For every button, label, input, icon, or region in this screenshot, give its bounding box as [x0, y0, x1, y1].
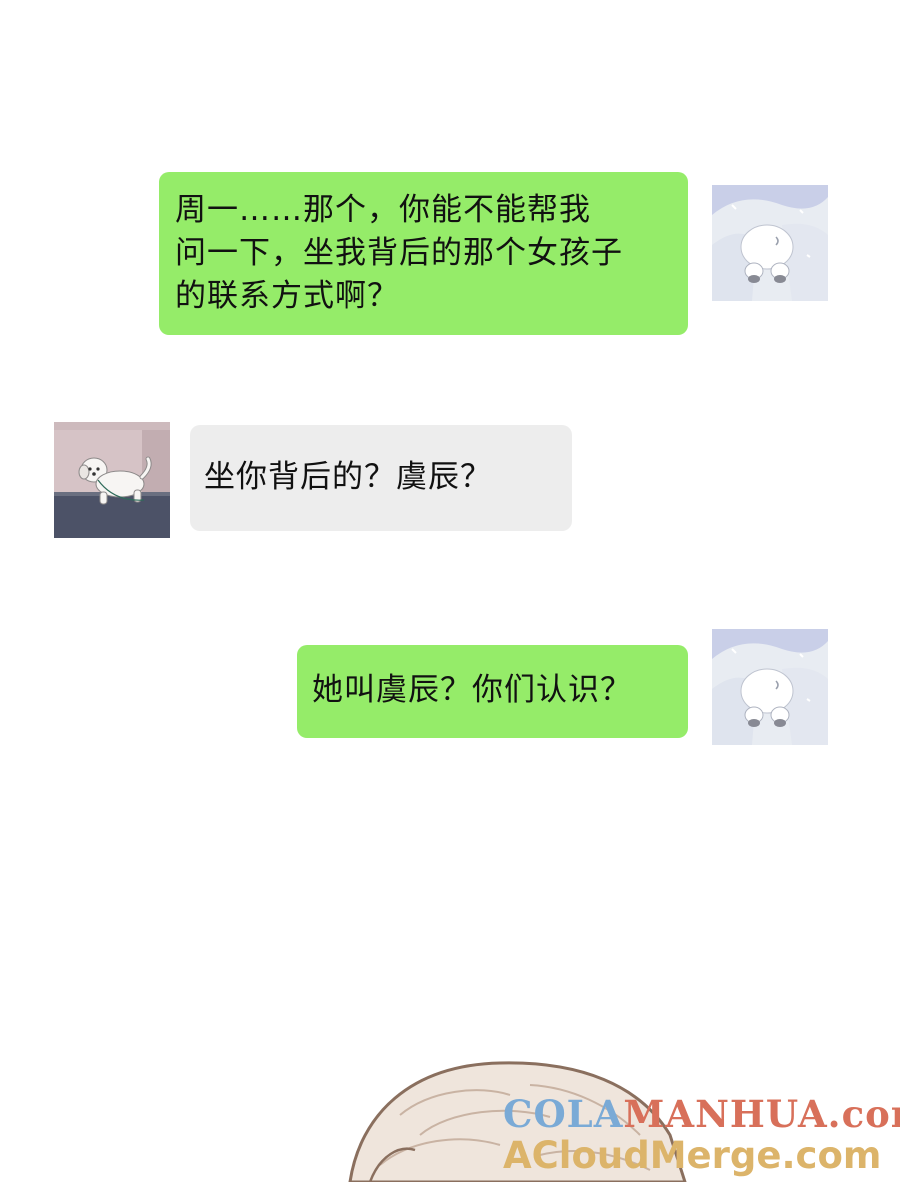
message-text: 她叫虞辰？你们认识？	[312, 672, 632, 708]
polar-bear-in-snow-avatar	[712, 185, 828, 301]
chat-area: 周一……那个，你能不能帮我 问一下，坐我背后的那个女孩子 的联系方式啊？ 坐你背…	[0, 0, 900, 1182]
avatar-other[interactable]	[54, 422, 170, 538]
message-text: 坐你背后的？虞辰？	[204, 459, 492, 495]
white-puppy-running-avatar	[54, 422, 170, 538]
polar-bear-in-snow-avatar	[712, 629, 828, 745]
avatar-self[interactable]	[712, 185, 828, 301]
character-head-illustration	[340, 1055, 700, 1182]
message-bubble-outgoing[interactable]: 她叫虞辰？你们认识？	[297, 645, 688, 738]
message-text: 周一……那个，你能不能帮我 问一下，坐我背后的那个女孩子 的联系方式啊？	[175, 192, 623, 314]
message-bubble-outgoing[interactable]: 周一……那个，你能不能帮我 问一下，坐我背后的那个女孩子 的联系方式啊？	[159, 172, 688, 335]
message-bubble-incoming[interactable]: 坐你背后的？虞辰？	[190, 425, 572, 531]
avatar-self[interactable]	[712, 629, 828, 745]
